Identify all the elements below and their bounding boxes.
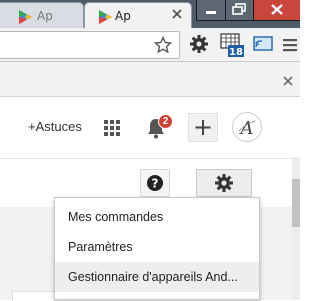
restore-icon xyxy=(232,3,246,15)
gear-icon[interactable] xyxy=(189,34,209,58)
window-close-button[interactable] xyxy=(253,0,300,21)
window-maximize-button[interactable] xyxy=(225,0,254,21)
help-button[interactable]: ? xyxy=(140,169,170,197)
tab-title: Ap xyxy=(37,9,53,23)
google-play-icon xyxy=(19,9,32,24)
notification-count-badge: 2 xyxy=(158,114,173,129)
google-header-bar: +Astuces A xyxy=(0,97,300,159)
browser-tab-strip: Ap Ap xyxy=(0,0,300,28)
add-button[interactable] xyxy=(188,113,218,142)
scrollbar-thumb[interactable] xyxy=(292,179,300,227)
help-icon: ? xyxy=(147,175,163,191)
tab-title: Ap xyxy=(115,9,131,23)
close-icon xyxy=(271,4,283,15)
svg-text:?: ? xyxy=(152,177,159,191)
cast-screen-icon[interactable] xyxy=(253,35,273,57)
menu-item-settings[interactable]: Paramètres xyxy=(55,232,259,262)
extension-calendar-icon[interactable]: 18 xyxy=(218,32,246,62)
settings-button[interactable] xyxy=(196,169,252,197)
tab-close-icon[interactable] xyxy=(171,8,183,20)
menu-hamburger-icon[interactable] xyxy=(283,37,297,56)
star-bookmark-icon[interactable] xyxy=(153,35,173,58)
address-bar[interactable] xyxy=(0,31,180,59)
avatar-letter: A xyxy=(239,118,254,139)
google-play-icon xyxy=(99,9,112,24)
gear-icon xyxy=(215,174,233,192)
info-bar xyxy=(0,62,300,97)
page-scrollbar[interactable] xyxy=(292,159,300,300)
menu-item-device-manager[interactable]: Gestionnaire d'appareils And... xyxy=(55,262,259,292)
browser-tab-active[interactable]: Ap xyxy=(84,2,192,28)
browser-toolbar: 18 xyxy=(0,28,300,62)
account-avatar[interactable]: A xyxy=(232,112,262,142)
window-minimize-button[interactable] xyxy=(196,0,226,21)
astuces-link[interactable]: +Astuces xyxy=(28,119,82,134)
menu-item-orders[interactable]: Mes commandes xyxy=(55,202,259,232)
close-icon[interactable] xyxy=(282,72,294,91)
settings-dropdown-menu: Mes commandes Paramètres Gestionnaire d'… xyxy=(54,197,260,300)
minimize-icon xyxy=(206,11,216,14)
plus-icon xyxy=(195,120,211,135)
extension-badge-count: 18 xyxy=(229,47,243,58)
browser-tab-inactive[interactable]: Ap xyxy=(0,2,84,28)
apps-grid-icon[interactable] xyxy=(104,120,120,140)
